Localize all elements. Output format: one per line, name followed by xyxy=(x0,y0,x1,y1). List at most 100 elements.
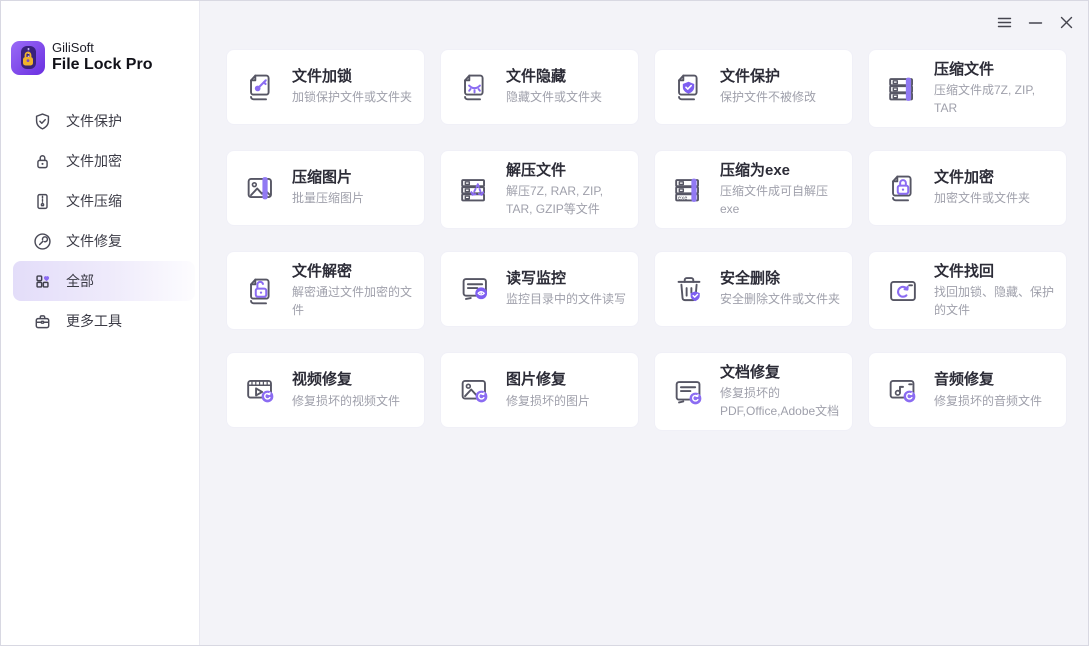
card-compress-file[interactable]: 压缩文件 压缩文件成7Z, ZIP, TAR xyxy=(868,49,1067,129)
app-logo xyxy=(11,41,45,75)
card-desc: 解密通过文件加密的文件 xyxy=(292,285,413,317)
minimize-icon xyxy=(1028,15,1043,30)
card-desc: 压缩文件成7Z, ZIP, TAR xyxy=(934,83,1036,115)
card-compress-image[interactable]: 压缩图片 批量压缩图片 xyxy=(226,150,425,227)
wrench-circle-icon xyxy=(32,231,53,252)
brand-product: File Lock Pro xyxy=(52,56,153,74)
close-button[interactable] xyxy=(1056,12,1076,32)
shield-check-icon xyxy=(32,111,53,132)
lock-icon xyxy=(32,151,53,172)
card-title: 压缩为exe xyxy=(720,162,791,180)
card-desc: 加锁保护文件或文件夹 xyxy=(292,90,413,105)
sidebar-item-label: 全部 xyxy=(66,273,94,289)
card-image-repair[interactable]: 图片修复 修复损坏的图片 xyxy=(440,352,639,429)
card-rw-monitor[interactable]: 读写监控 监控目录中的文件读写 xyxy=(440,251,639,328)
doc-repair-icon xyxy=(670,373,708,411)
card-desc: 批量压缩图片 xyxy=(292,191,365,206)
card-title: 压缩图片 xyxy=(292,169,353,187)
card-desc: 修复损坏的视频文件 xyxy=(292,393,401,408)
close-icon xyxy=(1059,15,1074,30)
card-desc: 修复损坏的音频文件 xyxy=(934,393,1043,408)
card-title: 文件保护 xyxy=(720,68,781,86)
card-title: 文件加锁 xyxy=(292,68,353,86)
card-file-hide[interactable]: 文件隐藏 隐藏文件或文件夹 xyxy=(440,49,639,125)
card-desc: 安全删除文件或文件夹 xyxy=(720,292,841,307)
sidebar-item-label: 文件压缩 xyxy=(66,193,122,209)
card-title: 文件找回 xyxy=(934,263,995,281)
file-lock-closed-icon xyxy=(884,169,922,207)
file-lock-open-icon xyxy=(242,272,280,310)
card-title: 安全删除 xyxy=(720,270,781,288)
sidebar-item-label: 文件修复 xyxy=(66,233,122,249)
image-zip-icon xyxy=(242,169,280,207)
image-repair-icon xyxy=(456,371,494,409)
card-title: 文件解密 xyxy=(292,263,353,281)
card-title: 文档修复 xyxy=(720,364,781,382)
card-title: 图片修复 xyxy=(506,371,567,389)
card-title: 视频修复 xyxy=(292,371,353,389)
card-desc: 修复损坏的图片 xyxy=(506,393,591,408)
card-video-repair[interactable]: 视频修复 修复损坏的视频文件 xyxy=(226,352,425,429)
svg-text:exe: exe xyxy=(678,195,688,201)
sidebar-item-file-encrypt[interactable]: 文件加密 xyxy=(1,141,197,181)
card-secure-delete[interactable]: 安全删除 安全删除文件或文件夹 xyxy=(654,251,853,328)
card-title: 压缩文件 xyxy=(934,61,995,78)
sidebar-nav: 文件保护 文件加密 文件压缩 文件修复 全部 更多工具 xyxy=(1,101,199,341)
card-extract-file[interactable]: 解压文件 解压7Z, RAR, ZIP, TAR, GZIP等文件 xyxy=(440,150,639,230)
sidebar: GiliSoft File Lock Pro 文件保护 文件加密 文件压缩 文件… xyxy=(1,1,200,645)
card-file-protect[interactable]: 文件保护 保护文件不被修改 xyxy=(654,49,853,125)
sidebar-item-all[interactable]: 全部 xyxy=(13,261,195,301)
card-desc: 解压7Z, RAR, ZIP, TAR, GZIP等文件 xyxy=(506,184,604,216)
card-doc-repair[interactable]: 文档修复 修复损坏的PDF,Office,Adobe文档 xyxy=(654,352,853,432)
file-hide-icon xyxy=(456,68,494,106)
window-restore-icon xyxy=(884,272,922,310)
file-shield-icon xyxy=(670,68,708,106)
file-key-icon xyxy=(242,68,280,106)
card-title: 音频修复 xyxy=(934,371,995,389)
app-window: GiliSoft File Lock Pro 文件保护 文件加密 文件压缩 文件… xyxy=(0,0,1089,646)
card-title: 文件加密 xyxy=(934,169,995,187)
card-desc: 修复损坏的PDF,Office,Adobe文档 xyxy=(720,386,840,418)
card-desc: 监控目录中的文件读写 xyxy=(506,292,627,307)
trash-shield-icon xyxy=(670,270,708,308)
main-content: 文件加锁 加锁保护文件或文件夹 文件隐藏 隐藏文件或文件夹 文件保护 保护文件不… xyxy=(200,1,1088,645)
brand-text: GiliSoft File Lock Pro xyxy=(52,40,153,74)
sidebar-item-file-compress[interactable]: 文件压缩 xyxy=(1,181,197,221)
feature-grid: 文件加锁 加锁保护文件或文件夹 文件隐藏 隐藏文件或文件夹 文件保护 保护文件不… xyxy=(200,1,1088,432)
archive-zip-icon xyxy=(884,70,922,108)
menu-button[interactable] xyxy=(994,12,1014,32)
window-controls xyxy=(994,12,1076,32)
video-repair-icon xyxy=(242,371,280,409)
brand-company: GiliSoft xyxy=(52,40,94,56)
brand: GiliSoft File Lock Pro xyxy=(1,40,199,75)
card-file-lock[interactable]: 文件加锁 加锁保护文件或文件夹 xyxy=(226,49,425,125)
card-desc: 隐藏文件或文件夹 xyxy=(506,90,603,105)
sidebar-item-file-protect[interactable]: 文件保护 xyxy=(1,101,197,141)
zip-file-icon xyxy=(32,191,53,212)
sidebar-item-file-repair[interactable]: 文件修复 xyxy=(1,221,197,261)
sidebar-item-label: 文件保护 xyxy=(66,113,122,129)
card-desc: 压缩文件成可自解压exe xyxy=(720,184,829,216)
sidebar-item-label: 更多工具 xyxy=(66,313,122,329)
card-file-decrypt[interactable]: 文件解密 解密通过文件加密的文件 xyxy=(226,251,425,331)
card-audio-repair[interactable]: 音频修复 修复损坏的音频文件 xyxy=(868,352,1067,429)
sidebar-item-more-tools[interactable]: 更多工具 xyxy=(1,301,197,341)
card-compress-exe[interactable]: exe 压缩为exe 压缩文件成可自解压exe xyxy=(654,150,853,230)
card-desc: 保护文件不被修改 xyxy=(720,90,817,105)
card-title: 读写监控 xyxy=(506,270,567,288)
card-file-encrypt[interactable]: 文件加密 加密文件或文件夹 xyxy=(868,150,1067,227)
sidebar-item-label: 文件加密 xyxy=(66,153,122,169)
minimize-button[interactable] xyxy=(1025,12,1045,32)
grid-heart-icon xyxy=(32,271,53,292)
card-desc: 找回加锁、隐藏、保护的文件 xyxy=(934,285,1055,317)
card-file-restore[interactable]: 文件找回 找回加锁、隐藏、保护的文件 xyxy=(868,251,1067,331)
monitor-eye-icon xyxy=(456,270,494,308)
toolbox-icon xyxy=(32,311,53,332)
hamburger-icon xyxy=(997,15,1012,30)
card-title: 文件隐藏 xyxy=(506,68,567,86)
archive-extract-icon xyxy=(456,171,494,209)
audio-repair-icon xyxy=(884,371,922,409)
card-title: 解压文件 xyxy=(506,162,567,180)
card-desc: 加密文件或文件夹 xyxy=(934,191,1031,206)
archive-exe-icon: exe xyxy=(670,171,708,209)
